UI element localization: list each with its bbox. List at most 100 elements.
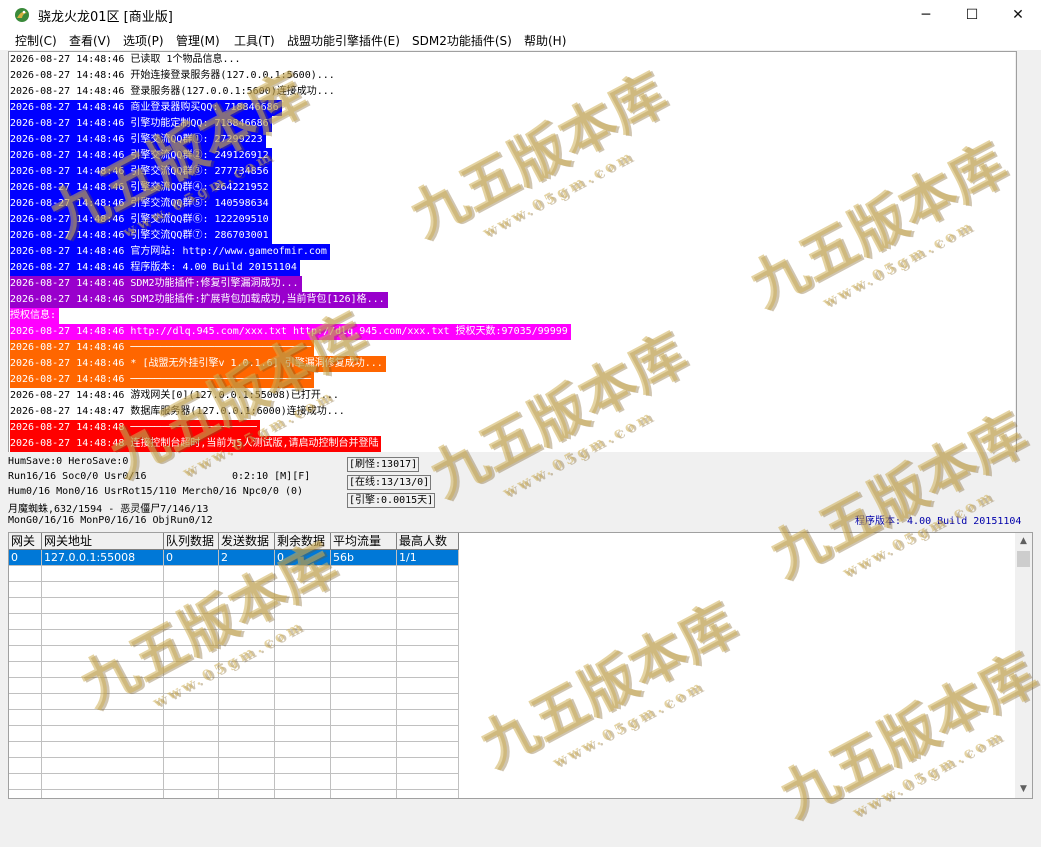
grid-empty-cell (275, 662, 331, 678)
grid-cell[interactable]: 0 (9, 550, 42, 566)
log-line: 2026-08-27 14:48:46 商业登录器购买QQ: 718846686 (10, 100, 282, 116)
grid-empty-cell (219, 614, 275, 630)
grid-empty-cell (397, 694, 459, 710)
menu-options[interactable]: 选项(P) (123, 32, 164, 49)
save-status: HumSave:0 HeroSave:0 (8, 456, 129, 467)
grid-empty-cell (331, 742, 397, 758)
grid-empty-cell (42, 694, 164, 710)
grid-empty-cell (397, 774, 459, 790)
grid-empty-cell (397, 726, 459, 742)
grid-empty-cell (219, 710, 275, 726)
grid-empty-cell (331, 646, 397, 662)
grid-header-queue[interactable]: 队列数据 (164, 533, 219, 550)
menu-tools[interactable]: 工具(T) (234, 32, 275, 49)
grid-empty-cell (164, 742, 219, 758)
grid-cell[interactable]: 0 (164, 550, 219, 566)
log-line: 授权信息: (10, 308, 60, 324)
grid-empty-cell (9, 662, 42, 678)
log-line: 2026-08-27 14:48:46 引擎功能定制QQ: 718846686 (10, 116, 272, 132)
grid-header-max-users[interactable]: 最高人数 (397, 533, 459, 550)
menu-help[interactable]: 帮助(H) (524, 32, 566, 49)
grid-empty-cell (397, 790, 459, 798)
menu-view[interactable]: 查看(V) (69, 32, 111, 49)
scroll-thumb[interactable] (1017, 551, 1030, 567)
grid-empty-cell (9, 582, 42, 598)
grid-cell[interactable]: 2 (219, 550, 275, 566)
grid-empty-cell (42, 566, 164, 582)
log-line: 2026-08-27 14:48:46 游戏网关[0](127.0.0.1:55… (10, 388, 342, 404)
grid-empty-cell (9, 774, 42, 790)
menu-control[interactable]: 控制(C) (15, 32, 57, 49)
grid-empty-cell (219, 630, 275, 646)
grid-empty-cell (164, 710, 219, 726)
log-line: 2026-08-27 14:48:46 引擎交流QQ群①: 27299223 (10, 132, 266, 148)
grid-empty-cell (397, 598, 459, 614)
grid-cell[interactable]: 0 (275, 550, 331, 566)
log-line: 2026-08-27 14:48:46 引擎交流QQ群⑤: 140598634 (10, 196, 272, 212)
grid-header-traffic[interactable]: 平均流量 (331, 533, 397, 550)
grid-header-address[interactable]: 网关地址 (42, 533, 164, 550)
grid-empty-cell (331, 630, 397, 646)
grid-empty-cell (397, 742, 459, 758)
minimize-button[interactable]: ─ (903, 0, 949, 30)
grid-empty-cell (397, 630, 459, 646)
grid-empty-cell (219, 566, 275, 582)
scroll-down-icon[interactable]: ▼ (1015, 781, 1032, 798)
gateway-grid[interactable]: 网关 网关地址 队列数据 发送数据 剩余数据 平均流量 最高人数 0 127.0… (8, 532, 1033, 799)
maximize-button[interactable]: ☐ (949, 0, 995, 30)
log-scrollbar[interactable]: ▲ ▼ (1015, 52, 1016, 453)
grid-empty-cell (219, 662, 275, 678)
log-line: 2026-08-27 14:48:46 http://dlq.945.com/x… (10, 324, 571, 340)
grid-empty-cell (219, 758, 275, 774)
window-title: 骁龙火龙01区 [商业版] (38, 10, 173, 25)
log-line: 2026-08-27 14:48:46 官方网站: http://www.gam… (10, 244, 330, 260)
grid-header-gate[interactable]: 网关 (9, 533, 42, 550)
grid-empty-cell (9, 614, 42, 630)
grid-empty-cell (9, 742, 42, 758)
menu-engine-plugin[interactable]: 战盟功能引擎插件(E) (287, 32, 400, 49)
grid-empty-cell (164, 694, 219, 710)
menu-bar: 控制(C) 查看(V) 选项(P) 管理(M) 工具(T) 战盟功能引擎插件(E… (0, 30, 1041, 50)
log-line: 2026-08-27 14:48:46 引擎交流QQ群④: 264221952 (10, 180, 272, 196)
scroll-down-icon[interactable]: ▼ (1015, 436, 1016, 453)
grid-empty-cell (331, 790, 397, 798)
grid-empty-cell (9, 758, 42, 774)
grid-cell[interactable]: 1/1 (397, 550, 459, 566)
grid-empty-cell (164, 678, 219, 694)
grid-empty-cell (9, 630, 42, 646)
grid-empty-cell (164, 790, 219, 798)
grid-empty-cell (331, 598, 397, 614)
grid-empty-cell (164, 774, 219, 790)
grid-empty-cell (9, 790, 42, 798)
menu-manage[interactable]: 管理(M) (176, 32, 220, 49)
grid-empty-cell (42, 662, 164, 678)
log-line: 2026-08-27 14:48:46 引擎交流QQ群⑥: 122209510 (10, 212, 272, 228)
grid-empty-cell (331, 758, 397, 774)
grid-scrollbar[interactable]: ▲ ▼ (1015, 533, 1032, 798)
grid-empty-cell (42, 646, 164, 662)
close-button[interactable]: ✕ (995, 0, 1041, 30)
grid-empty-cell (42, 614, 164, 630)
grid-cell[interactable]: 127.0.0.1:55008 (42, 550, 164, 566)
grid-empty-cell (275, 774, 331, 790)
scroll-up-icon[interactable]: ▲ (1015, 533, 1032, 550)
grid-header-send[interactable]: 发送数据 (219, 533, 275, 550)
scroll-up-icon[interactable]: ▲ (1015, 52, 1016, 69)
grid-empty-cell (331, 614, 397, 630)
grid-empty-cell (42, 758, 164, 774)
grid-empty-cell (275, 694, 331, 710)
grid-cell[interactable]: 56b (331, 550, 397, 566)
grid-header-remain[interactable]: 剩余数据 (275, 533, 331, 550)
log-line: 2026-08-27 14:48:46 SDM2功能插件:扩展背包加载成功,当前… (10, 292, 388, 308)
log-line: 2026-08-27 14:48:46 已读取 1个物品信息... (10, 52, 244, 68)
log-line: 2026-08-27 14:48:46 ────────────────────… (10, 372, 315, 388)
log-panel[interactable]: 2026-08-27 14:48:46 已读取 1个物品信息... 2026-08… (8, 51, 1017, 454)
grid-empty-cell (275, 582, 331, 598)
status-panel: HumSave:0 HeroSave:0 Run16/16 Soc0/0 Usr… (0, 452, 1041, 530)
menu-sdm2-plugin[interactable]: SDM2功能插件(S) (412, 32, 512, 49)
title-bar: 骁龙火龙01区 [商业版] ─ ☐ ✕ (0, 0, 1041, 30)
grid-empty-cell (219, 742, 275, 758)
grid-empty-cell (42, 710, 164, 726)
grid-empty-cell (275, 630, 331, 646)
grid-empty-cell (397, 662, 459, 678)
